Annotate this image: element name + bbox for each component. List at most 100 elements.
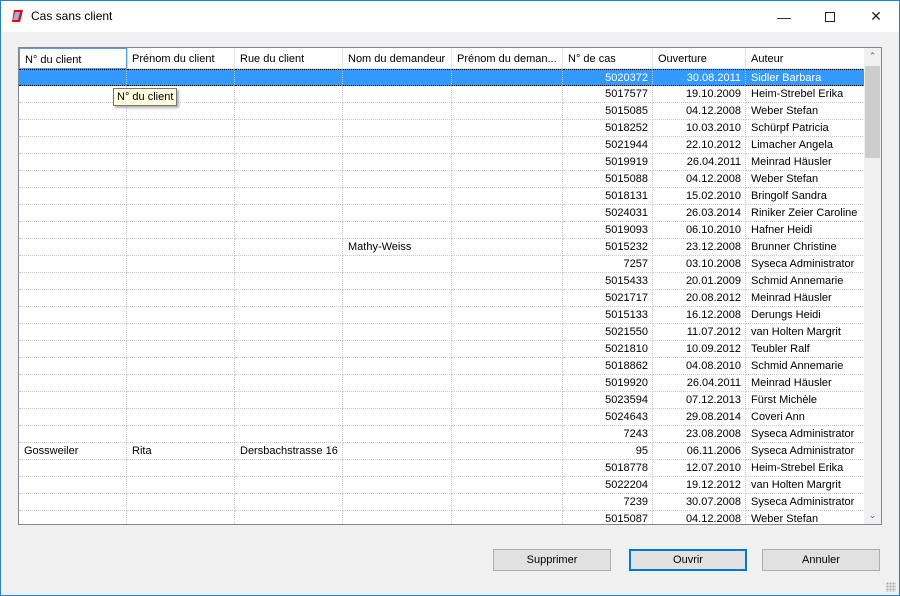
- cell-case-number: 5019093: [563, 222, 653, 239]
- table-row[interactable]: 5015088 04.12.2008 Weber Stefan: [19, 171, 865, 188]
- table-row[interactable]: 5021810 10.09.2012 Teubler Ralf: [19, 341, 865, 358]
- cell-client-firstname: [127, 137, 235, 154]
- table-row[interactable]: Gossweiler Rita Dersbachstrasse 16 95 06.11.…: [19, 443, 865, 460]
- cell-requester-firstname: [452, 443, 563, 460]
- cell-author: Brunner Christine: [746, 239, 865, 256]
- cell-author: Syseca Administrator: [746, 426, 865, 443]
- table-row[interactable]: 5021550 11.07.2012 van Holten Margrit: [19, 324, 865, 341]
- scroll-thumb[interactable]: [865, 66, 880, 158]
- table-row[interactable]: 5018252 10.03.2010 Schürpf Patricia: [19, 120, 865, 137]
- cell-client-street: [235, 341, 343, 358]
- table-row[interactable]: 5015087 04.12.2008 Weber Stefan: [19, 511, 865, 524]
- cell-requester-name: [343, 358, 452, 375]
- scroll-up-icon[interactable]: ⌃: [864, 48, 881, 65]
- table-row[interactable]: 7243 23.08.2008 Syseca Administrator: [19, 426, 865, 443]
- cell-client-firstname: [127, 256, 235, 273]
- column-header-client-number[interactable]: N° du client: [19, 48, 128, 70]
- grid-header: N° du client Prénom du client Rue du clien…: [19, 48, 865, 70]
- cell-client-number: [19, 460, 127, 477]
- cell-client-street: [235, 69, 343, 86]
- table-row[interactable]: 5024643 29.08.2014 Coveri Ann: [19, 409, 865, 426]
- cell-requester-firstname: [452, 69, 563, 86]
- cell-requester-name: [343, 307, 452, 324]
- cell-opening-date: 26.03.2014: [653, 205, 746, 222]
- cell-case-number: 5021550: [563, 324, 653, 341]
- cell-author: Syseca Administrator: [746, 494, 865, 511]
- cell-client-number: [19, 222, 127, 239]
- cell-client-street: [235, 460, 343, 477]
- cell-requester-firstname: [452, 273, 563, 290]
- column-header-opening-date[interactable]: Ouverture: [653, 48, 746, 69]
- cell-client-number: [19, 256, 127, 273]
- cell-opening-date: 07.12.2013: [653, 392, 746, 409]
- cell-client-number: [19, 409, 127, 426]
- cell-client-street: [235, 205, 343, 222]
- cell-opening-date: 22.10.2012: [653, 137, 746, 154]
- cell-client-firstname: [127, 171, 235, 188]
- table-row[interactable]: 5023594 07.12.2013 Fürst Michèle: [19, 392, 865, 409]
- column-header-case-number[interactable]: N° de cas: [563, 48, 653, 69]
- table-row[interactable]: 5019919 26.04.2011 Meinrad Häusler: [19, 154, 865, 171]
- table-row[interactable]: 5018862 04.08.2010 Schmid Annemarie: [19, 358, 865, 375]
- cancel-button[interactable]: Annuler: [762, 549, 880, 571]
- cell-case-number: 5018778: [563, 460, 653, 477]
- column-header-client-firstname[interactable]: Prénom du client: [127, 48, 235, 69]
- cell-author: Syseca Administrator: [746, 443, 865, 460]
- cell-requester-name: [343, 171, 452, 188]
- vertical-scrollbar[interactable]: ⌃ ⌄: [864, 48, 881, 524]
- cell-case-number: 7239: [563, 494, 653, 511]
- cell-requester-name: [343, 409, 452, 426]
- table-row[interactable]: 7257 03.10.2008 Syseca Administrator: [19, 256, 865, 273]
- cell-opening-date: 29.08.2014: [653, 409, 746, 426]
- cell-case-number: 5024643: [563, 409, 653, 426]
- cell-case-number: 7243: [563, 426, 653, 443]
- cell-author: Schürpf Patricia: [746, 120, 865, 137]
- cell-client-firstname: [127, 120, 235, 137]
- cell-requester-firstname: [452, 426, 563, 443]
- table-row[interactable]: 5018131 15.02.2010 Bringolf Sandra: [19, 188, 865, 205]
- delete-button[interactable]: Supprimer: [493, 549, 611, 571]
- table-row[interactable]: 5022204 19.12.2012 van Holten Margrit: [19, 477, 865, 494]
- cell-requester-firstname: [452, 137, 563, 154]
- cell-client-firstname: [127, 358, 235, 375]
- close-button[interactable]: ✕: [853, 1, 899, 32]
- open-button[interactable]: Ouvrir: [629, 549, 747, 571]
- column-header-client-street[interactable]: Rue du client: [235, 48, 343, 69]
- column-header-requester-name[interactable]: Nom du demandeur: [343, 48, 452, 69]
- cases-grid[interactable]: N° du client Prénom du client Rue du clien…: [18, 47, 882, 525]
- cell-requester-name: [343, 103, 452, 120]
- column-header-author[interactable]: Auteur: [746, 48, 865, 69]
- table-row[interactable]: 5019920 26.04.2011 Meinrad Häusler: [19, 375, 865, 392]
- cell-client-street: [235, 222, 343, 239]
- column-header-requester-firstname[interactable]: Prénom du deman...: [452, 48, 563, 69]
- cell-case-number: 5019920: [563, 375, 653, 392]
- table-row[interactable]: 5024031 26.03.2014 Riniker Zeier Caroline: [19, 205, 865, 222]
- cell-client-street: [235, 324, 343, 341]
- cell-author: Schmid Annemarie: [746, 273, 865, 290]
- table-row[interactable]: 5021717 20.08.2012 Meinrad Häusler: [19, 290, 865, 307]
- cell-case-number: 7257: [563, 256, 653, 273]
- table-row[interactable]: 5019093 06.10.2010 Hafner Heidi: [19, 222, 865, 239]
- cell-client-number: [19, 86, 127, 103]
- cell-requester-name: [343, 256, 452, 273]
- cell-requester-firstname: [452, 205, 563, 222]
- table-row[interactable]: 5015433 20.01.2009 Schmid Annemarie: [19, 273, 865, 290]
- cell-case-number: 5017577: [563, 86, 653, 103]
- scroll-down-icon[interactable]: ⌄: [864, 507, 881, 524]
- minimize-button[interactable]: —: [761, 1, 807, 32]
- cell-client-firstname: [127, 69, 235, 86]
- table-row[interactable]: Mathy-Weiss 5015232 23.12.2008 Brunner Chri…: [19, 239, 865, 256]
- cell-requester-firstname: [452, 324, 563, 341]
- cell-opening-date: 10.03.2010: [653, 120, 746, 137]
- cell-author: Meinrad Häusler: [746, 154, 865, 171]
- table-row[interactable]: 5018778 12.07.2010 Heim-Strebel Erika: [19, 460, 865, 477]
- resize-grip-icon[interactable]: [886, 582, 896, 592]
- cell-requester-firstname: [452, 392, 563, 409]
- table-row[interactable]: 5015133 16.12.2008 Derungs Heidi: [19, 307, 865, 324]
- cell-author: Schmid Annemarie: [746, 358, 865, 375]
- table-row[interactable]: 5020372 30.08.2011 Sidler Barbara: [19, 69, 865, 86]
- maximize-button[interactable]: [807, 1, 853, 32]
- cell-client-firstname: [127, 494, 235, 511]
- table-row[interactable]: 5021944 22.10.2012 Limacher Angela: [19, 137, 865, 154]
- table-row[interactable]: 7239 30.07.2008 Syseca Administrator: [19, 494, 865, 511]
